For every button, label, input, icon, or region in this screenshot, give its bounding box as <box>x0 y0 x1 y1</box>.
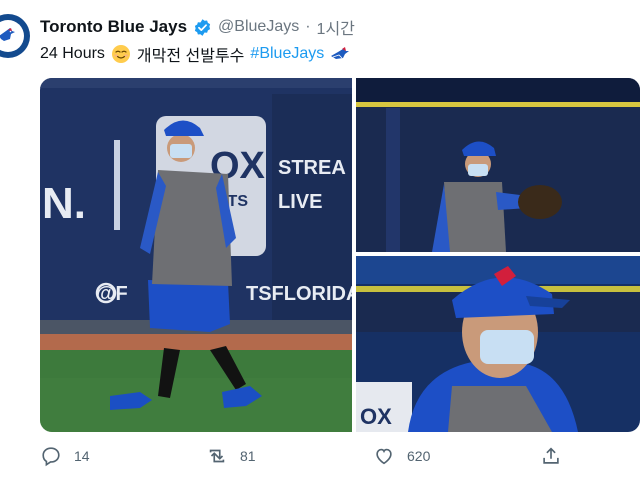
tweet-action-bar: 14 81 620 <box>40 442 600 470</box>
wall-handle-text-2: TSFLORIDA <box>246 283 352 305</box>
retweet-count: 81 <box>240 448 256 464</box>
heart-icon <box>376 448 392 465</box>
author-name[interactable]: Toronto Blue Jays <box>40 17 187 37</box>
retweet-button[interactable]: 81 <box>206 442 256 470</box>
tweet-media[interactable]: N. OX RTS STREA LIVE @F TSFLORIDA OX <box>40 78 640 432</box>
blue-jays-logo-icon <box>0 28 15 41</box>
blue-jay-emoji-icon <box>331 47 350 59</box>
like-button[interactable]: 620 <box>373 442 430 470</box>
reply-icon <box>42 447 60 467</box>
share-icon <box>543 447 559 464</box>
photo-pitcher-closeup[interactable]: OX <box>356 256 640 432</box>
share-button[interactable] <box>540 442 562 470</box>
reply-button[interactable]: 14 <box>40 442 90 470</box>
separator-dot: · <box>305 18 311 35</box>
relieved-face-emoji-icon <box>111 45 130 63</box>
reply-count: 14 <box>74 448 90 464</box>
tweet-text-korean: 개막전 선발투수 <box>136 48 245 65</box>
stream-text: STREA <box>278 157 346 179</box>
verified-badge-icon <box>194 18 211 36</box>
photo-pitcher-walking[interactable]: N. OX RTS STREA LIVE @F TSFLORIDA <box>40 78 352 432</box>
author-handle[interactable]: @BlueJays <box>218 18 299 36</box>
tweet-header: Toronto Blue Jays @BlueJays · 1시간 <box>40 16 355 38</box>
tweet-text-main: 24 Hours <box>40 45 105 62</box>
photo-pitcher-catching[interactable] <box>356 78 640 252</box>
retweet-icon <box>209 449 225 463</box>
hashtag-link[interactable]: #BlueJays <box>250 45 324 63</box>
wall-left-text: N. <box>42 179 86 228</box>
wall-divider <box>114 140 120 230</box>
live-text: LIVE <box>278 191 322 213</box>
avatar[interactable] <box>0 14 30 58</box>
closeup-wall-text: OX <box>360 404 392 429</box>
tweet-timestamp[interactable]: 1시간 <box>317 15 355 39</box>
like-count: 620 <box>407 448 431 464</box>
tweet-text: 24 Hours 개막전 선발투수 #BlueJays <box>40 42 350 66</box>
